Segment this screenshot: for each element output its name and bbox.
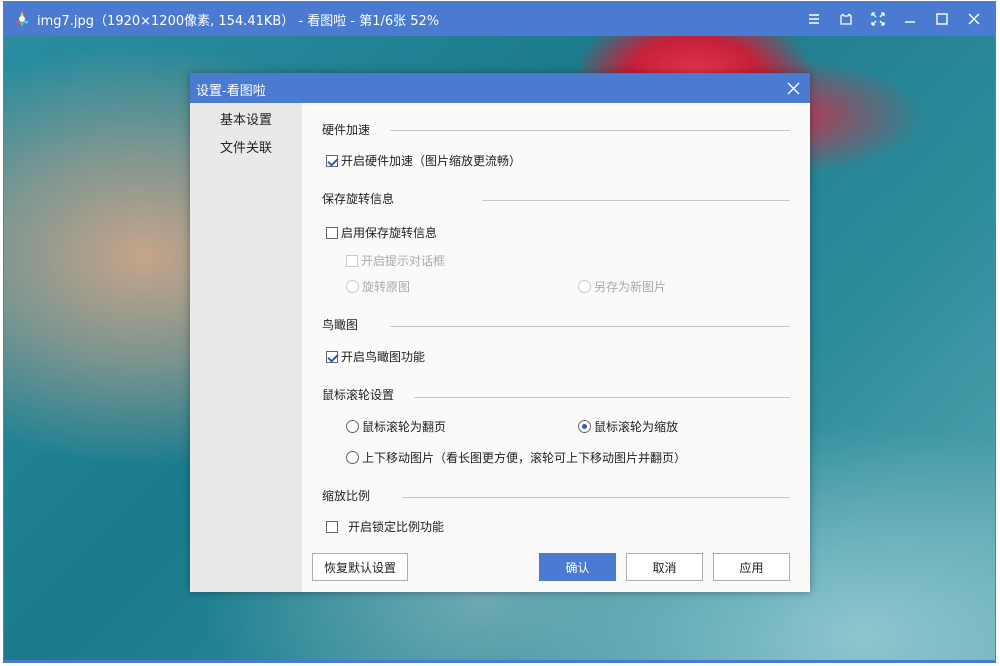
save-as-new-radio[interactable]: 另存为新图片 (578, 278, 666, 295)
lock-ratio-checkbox[interactable]: 开启锁定比例功能 (326, 518, 444, 535)
fullscreen-icon (840, 13, 852, 25)
section-zoom-ratio-title: 缩放比例 (322, 489, 371, 503)
section-divider (414, 397, 790, 398)
rotate-original-radio[interactable]: 旋转原图 (346, 278, 410, 295)
hardware-acceleration-checkbox[interactable]: 开启硬件加速（图片缩放更流畅） (326, 152, 521, 169)
fit-icon (871, 11, 885, 26)
dialog-title-bar[interactable]: 设置-看图啦 (190, 73, 810, 103)
apply-button[interactable]: 应用 (713, 553, 790, 581)
section-divider (390, 326, 790, 327)
section-divider (402, 497, 790, 498)
rotation-prompt-label: 开启提示对话框 (361, 254, 446, 268)
minimize-button[interactable] (894, 1, 926, 36)
window-title: img7.jpg（1920×1200像素, 154.41KB） - 看图啦 - … (37, 14, 440, 29)
sidebar-item-basic-settings[interactable]: 基本设置 (190, 108, 302, 134)
save-rotation-label: 启用保存旋转信息 (341, 226, 438, 240)
checkbox-box (346, 254, 358, 267)
section-divider (482, 200, 790, 201)
radio-circle (578, 420, 591, 433)
maximize-icon (936, 12, 948, 25)
radio-circle (346, 280, 359, 293)
settings-sidebar: 基本设置 文件关联 (190, 103, 302, 592)
section-divider (390, 130, 790, 131)
wheel-page-label: 鼠标滚轮为翻页 (362, 420, 447, 434)
minimize-icon (905, 20, 915, 23)
checkbox-box (326, 226, 338, 239)
wheel-zoom-radio[interactable]: 鼠标滚轮为缩放 (578, 418, 678, 435)
ok-button[interactable]: 确认 (539, 553, 616, 581)
menu-button[interactable] (798, 1, 830, 36)
settings-panel: 硬件加速 开启硬件加速（图片缩放更流畅） 保存旋转信息 启用保存旋转信息 开启提… (302, 103, 810, 592)
checkbox-box (326, 154, 338, 167)
settings-dialog: 设置-看图啦 基本设置 文件关联 硬件加速 开启硬件加速（图片缩放更流畅） 保存… (190, 73, 810, 592)
wheel-scroll-label: 上下移动图片（看长图更方便，滚轮可上下移动图片并翻页） (362, 451, 687, 465)
sidebar-item-file-association[interactable]: 文件关联 (190, 136, 302, 162)
section-rotation-title: 保存旋转信息 (322, 192, 395, 206)
section-birdseye-title: 鸟瞰图 (322, 318, 359, 332)
cancel-button[interactable]: 取消 (626, 553, 703, 581)
close-button[interactable] (958, 1, 990, 36)
section-hardware-title: 硬件加速 (322, 123, 371, 137)
app-logo-icon (15, 11, 29, 27)
menu-icon (809, 13, 819, 24)
wheel-scroll-radio[interactable]: 上下移动图片（看长图更方便，滚轮可上下移动图片并翻页） (346, 449, 686, 466)
radio-circle (346, 451, 359, 464)
checkbox-box (326, 350, 338, 363)
dialog-close-button[interactable] (776, 73, 810, 103)
restore-defaults-button[interactable]: 恢复默认设置 (312, 553, 408, 581)
section-mouse-wheel-title: 鼠标滚轮设置 (322, 388, 395, 402)
birdseye-checkbox[interactable]: 开启鸟瞰图功能 (326, 348, 425, 365)
rotate-original-label: 旋转原图 (362, 280, 411, 294)
fullscreen-button[interactable] (830, 1, 862, 36)
radio-circle (346, 420, 359, 433)
hardware-acceleration-label: 开启硬件加速（图片缩放更流畅） (341, 154, 522, 168)
close-icon (968, 13, 980, 24)
checkbox-box (326, 520, 338, 533)
title-bar[interactable]: img7.jpg（1920×1200像素, 154.41KB） - 看图啦 - … (3, 1, 996, 36)
dialog-title: 设置-看图啦 (196, 84, 266, 99)
lock-ratio-label: 开启锁定比例功能 (348, 520, 445, 534)
fit-button[interactable] (862, 1, 894, 36)
close-icon (787, 82, 799, 94)
wheel-zoom-label: 鼠标滚轮为缩放 (594, 420, 679, 434)
wheel-page-radio[interactable]: 鼠标滚轮为翻页 (346, 418, 446, 435)
save-as-new-label: 另存为新图片 (594, 280, 667, 294)
maximize-button[interactable] (926, 1, 958, 36)
save-rotation-checkbox[interactable]: 启用保存旋转信息 (326, 224, 437, 241)
radio-circle (578, 280, 591, 293)
birdseye-label: 开启鸟瞰图功能 (341, 350, 426, 364)
rotation-prompt-checkbox[interactable]: 开启提示对话框 (346, 252, 445, 269)
